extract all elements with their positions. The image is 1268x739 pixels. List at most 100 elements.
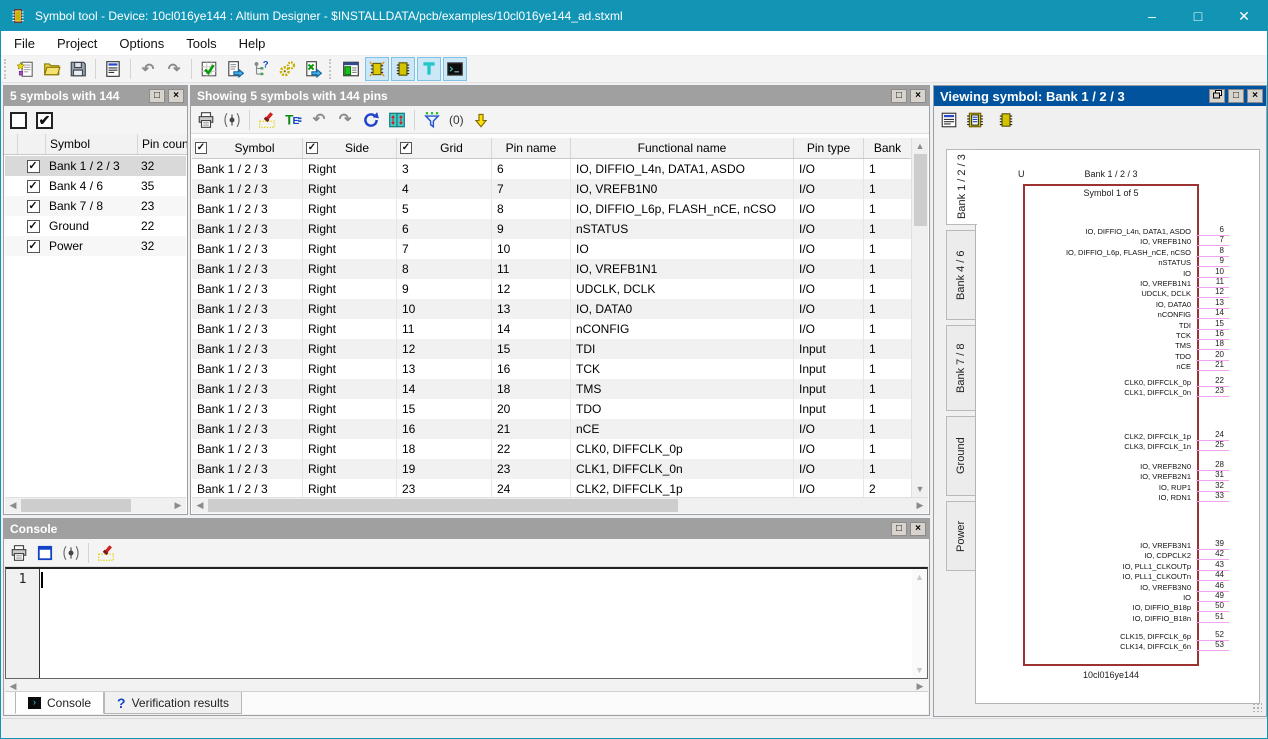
refresh-button[interactable] [359,108,383,132]
viewer-tab-bank-7-8[interactable]: Bank 7 / 8 [946,325,975,411]
open-button[interactable] [40,57,64,81]
maximize-panel-button[interactable]: □ [891,89,907,103]
scroll-thumb[interactable] [21,499,131,512]
pin-row[interactable]: Bank 1 / 2 / 3Right47IO, VREFB1N0I/O1 [192,179,911,199]
print-button[interactable] [7,541,31,565]
close-panel-button[interactable]: × [168,89,184,103]
check-all-button[interactable]: ✔ [36,112,53,129]
toolbar-grip[interactable] [4,59,9,79]
print-button[interactable] [194,108,218,132]
column-header-pin-name[interactable]: Pin name [492,138,571,158]
report-button[interactable] [101,57,125,81]
new-document-button[interactable] [14,57,38,81]
column-filter-checkbox[interactable]: ✓ [195,142,207,154]
scroll-right-arrow[interactable]: ▶ [170,498,186,514]
console-editor[interactable]: 1 ▲ ▼ [5,567,928,679]
pin-row[interactable]: Bank 1 / 2 / 3Right2324CLK2, DIFFCLK_1pI… [192,479,911,497]
symbol-checkbox[interactable]: ✓ [27,200,40,213]
console-view-button[interactable] [443,57,467,81]
symbol-row-bank-4-6[interactable]: ✓Bank 4 / 635 [5,176,186,196]
package-view-button[interactable] [994,108,1018,132]
symbol-row-bank-7-8[interactable]: ✓Bank 7 / 823 [5,196,186,216]
symbol-document-view-button[interactable] [963,108,987,132]
scroll-up-arrow[interactable]: ▲ [912,569,928,585]
tab-console[interactable]: ›Console [15,692,104,714]
symbol-checkbox[interactable]: ✓ [27,160,40,173]
column-header-pin-count[interactable]: Pin count [138,134,187,154]
scroll-right-arrow[interactable]: ▶ [912,498,928,514]
pins-hscrollbar[interactable]: ◀ ▶ [192,497,928,513]
pin-row[interactable]: Bank 1 / 2 / 3Right1621nCEI/O1 [192,419,911,439]
viewer-tab-ground[interactable]: Ground [946,416,975,496]
pin-row[interactable]: Bank 1 / 2 / 3Right710IOI/O1 [192,239,911,259]
export-document-button[interactable] [223,57,247,81]
menu-options[interactable]: Options [108,33,175,54]
pin-row[interactable]: Bank 1 / 2 / 3Right1923CLK1, DIFFCLK_0nI… [192,459,911,479]
column-header-bank[interactable]: Bank [864,138,911,158]
pin-row[interactable]: Bank 1 / 2 / 3Right58IO, DIFFIO_L6p, FLA… [192,199,911,219]
pin-row[interactable]: Bank 1 / 2 / 3Right36IO, DIFFIO_L4n, DAT… [192,159,911,179]
highlight-button[interactable] [255,108,279,132]
close-panel-button[interactable]: × [910,89,926,103]
menu-file[interactable]: File [3,33,46,54]
close-panel-button[interactable]: × [910,522,926,536]
redo-button[interactable]: ↷ [333,108,357,132]
package-view-button[interactable] [391,57,415,81]
undo-button[interactable]: ↶ [136,57,160,81]
pin-row[interactable]: Bank 1 / 2 / 3Right1316TCKInput1 [192,359,911,379]
redo-button[interactable]: ↷ [162,57,186,81]
symbol-checkbox[interactable]: ✓ [27,240,40,253]
close-button[interactable]: ✕ [1221,1,1267,31]
scroll-up-arrow[interactable]: ▲ [912,138,928,154]
symbols-hscrollbar[interactable]: ◀ ▶ [5,497,186,513]
column-filter-checkbox[interactable]: ✓ [400,142,412,154]
maximize-button[interactable]: □ [1175,1,1221,31]
viewer-tab-power[interactable]: Power [946,501,975,571]
scroll-thumb[interactable] [914,154,927,226]
window-button[interactable] [33,541,57,565]
undo-button[interactable]: ↶ [307,108,331,132]
close-panel-button[interactable]: × [1247,89,1263,103]
scroll-down-arrow[interactable]: ▼ [912,481,928,497]
viewer-tab-bank-1-2-3[interactable]: Bank 1 / 2 / 3 [946,149,977,225]
menu-tools[interactable]: Tools [175,33,227,54]
pin-row[interactable]: Bank 1 / 2 / 3Right1822CLK0, DIFFCLK_0pI… [192,439,911,459]
toolbar-grip[interactable] [329,59,334,79]
symbol-checkbox[interactable]: ✓ [27,180,40,193]
symbol-view-button[interactable] [365,57,389,81]
export-xml-button[interactable] [301,57,325,81]
tab-verification-results[interactable]: ?Verification results [104,692,242,714]
maximize-panel-button[interactable]: □ [149,89,165,103]
pin-row[interactable]: Bank 1 / 2 / 3Right1520TDOInput1 [192,399,911,419]
rename-pins-button[interactable]: TE [281,108,305,132]
pin-hierarchy-help-button[interactable]: ? [249,57,273,81]
column-header-pin-type[interactable]: Pin type [794,138,864,158]
column-header-side[interactable]: ✓Side [303,138,397,158]
document-view-button[interactable] [937,108,961,132]
pin-edit-button[interactable] [220,108,244,132]
symbol-row-power[interactable]: ✓Power32 [5,236,186,256]
pin-row[interactable]: Bank 1 / 2 / 3Right1215TDIInput1 [192,339,911,359]
uncheck-all-button[interactable] [10,112,27,129]
pin-row[interactable]: Bank 1 / 2 / 3Right1013IO, DATA0I/O1 [192,299,911,319]
pin-row[interactable]: Bank 1 / 2 / 3Right811IO, VREFB1N1I/O1 [192,259,911,279]
scroll-down-arrow[interactable]: ▼ [912,662,928,678]
symbol-checkbox[interactable]: ✓ [27,220,40,233]
column-header-functional-name[interactable]: Functional name [571,138,794,158]
scroll-thumb[interactable] [208,499,678,512]
grid-arrange-button[interactable] [385,108,409,132]
menu-project[interactable]: Project [46,33,108,54]
console-vscrollbar[interactable]: ▲ ▼ [912,569,927,678]
symbol-row-ground[interactable]: ✓Ground22 [5,216,186,236]
column-filter-checkbox[interactable]: ✓ [306,142,318,154]
menu-help[interactable]: Help [228,33,277,54]
restore-panel-button[interactable] [1209,89,1225,103]
minimize-button[interactable]: – [1129,1,1175,31]
column-header-grid[interactable]: ✓Grid [397,138,492,158]
pin-row[interactable]: Bank 1 / 2 / 3Right1418TMSInput1 [192,379,911,399]
scroll-left-arrow[interactable]: ◀ [5,498,21,514]
maximize-panel-button[interactable]: □ [891,522,907,536]
settings-gears-button[interactable] [275,57,299,81]
scroll-left-arrow[interactable]: ◀ [192,498,208,514]
validate-button[interactable] [197,57,221,81]
